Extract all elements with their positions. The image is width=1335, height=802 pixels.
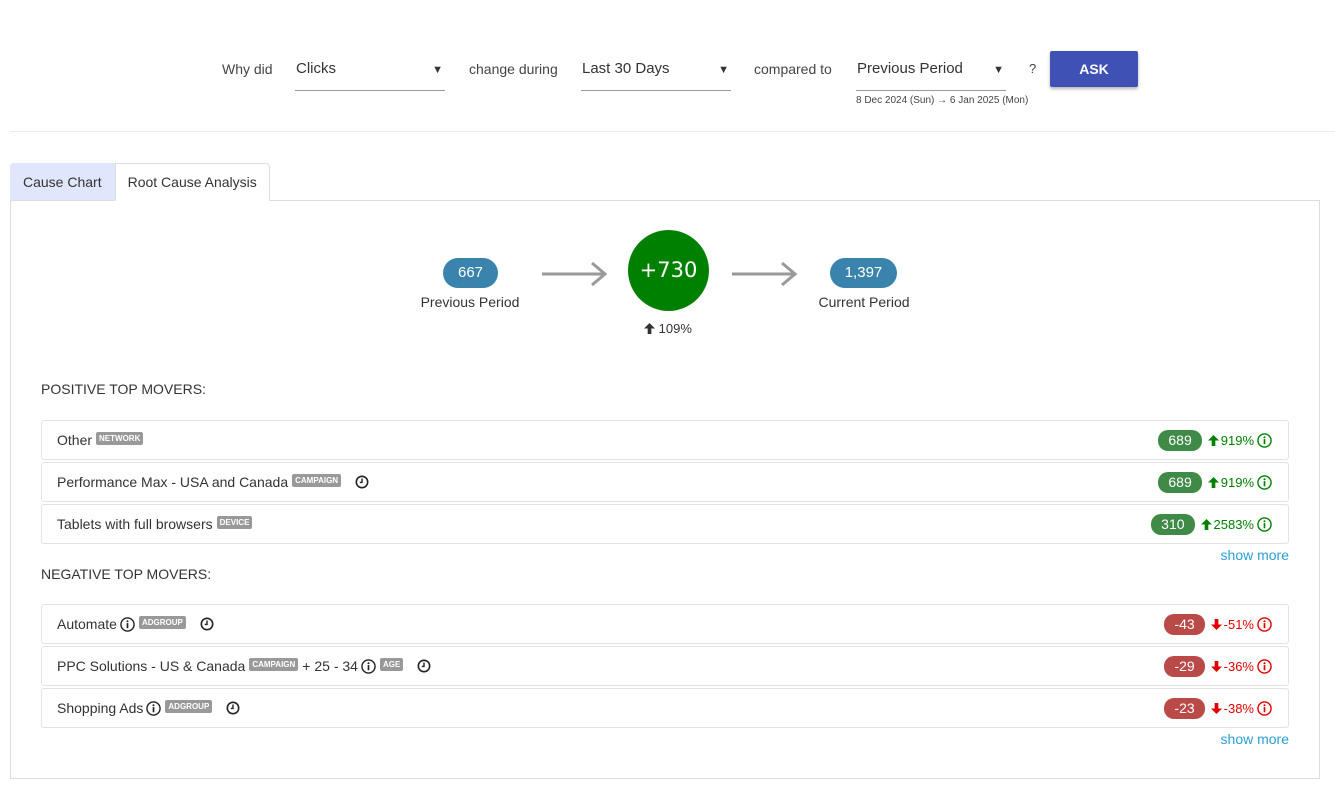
arrow-down-icon [1210, 618, 1222, 630]
ask-button[interactable]: ASK [1050, 51, 1138, 87]
query-bar: Why did Clicks ▼ change during Last 30 D… [0, 0, 1335, 131]
comparison-select[interactable]: Previous Period ▼ [856, 50, 1006, 91]
info-icon[interactable] [361, 658, 376, 674]
mover-percent: 919% [1220, 432, 1254, 448]
mover-value: 310 [1151, 513, 1195, 535]
tab-root-cause-analysis[interactable]: Root Cause Analysis [114, 163, 270, 201]
negative-mover-row[interactable]: Automate ADGROUP -43 -51% [41, 604, 1289, 644]
mover-name: PPC Solutions - US & Canada [57, 658, 246, 674]
mover-name: Tablets with full browsers [57, 516, 213, 532]
negative-movers-title: NEGATIVE TOP MOVERS: [41, 566, 212, 582]
mover-extra-dimension: + 25 - 34 [302, 658, 358, 674]
mover-name: Performance Max - USA and Canada [57, 474, 289, 490]
current-period-label: Current Period [818, 294, 910, 310]
dimension-tag: CAMPAIGN [249, 657, 299, 671]
metric-select[interactable]: Clicks ▼ [295, 50, 445, 91]
date-range: 8 Dec 2024 (Sun) → 6 Jan 2025 (Mon) [856, 95, 1029, 106]
clock-icon[interactable] [226, 701, 240, 715]
mover-percent: 2583% [1213, 516, 1254, 532]
arrow-down-icon [1210, 702, 1222, 714]
dimension-tag: ADGROUP [138, 615, 186, 629]
arrow-up-icon [1207, 476, 1219, 488]
metric-select-value: Clicks [296, 60, 336, 77]
tabs: Cause Chart Root Cause Analysis [10, 163, 270, 201]
arrow-right-icon [542, 261, 608, 287]
mover-percent: -36% [1223, 658, 1254, 674]
why-did-label: Why did [222, 61, 273, 77]
previous-value-pill: 667 [443, 258, 498, 288]
mover-percent: -38% [1223, 700, 1254, 716]
dimension-tag: ADGROUP [165, 699, 213, 713]
change-during-label: change during [469, 61, 558, 77]
chevron-down-icon: ▼ [993, 64, 1004, 76]
mover-percent: 919% [1220, 474, 1254, 490]
chevron-down-icon: ▼ [432, 64, 443, 76]
delta-circle: +730 [628, 230, 709, 311]
divider [10, 131, 1335, 132]
positive-mover-row[interactable]: Other NETWORK 689 919% [41, 420, 1289, 460]
tab-cause-chart[interactable]: Cause Chart [10, 163, 115, 201]
mover-value: -23 [1164, 697, 1205, 719]
info-icon[interactable] [1257, 658, 1274, 674]
delta-percent-value: 109% [658, 321, 692, 336]
negative-show-more-link[interactable]: show more [1221, 731, 1289, 747]
mover-name: Shopping Ads [57, 700, 144, 716]
info-icon[interactable] [1257, 700, 1274, 716]
delta-percent: 109% [644, 321, 692, 336]
help-icon[interactable]: ? [1029, 61, 1036, 76]
positive-mover-row[interactable]: Tablets with full browsers DEVICE 310 25… [41, 504, 1289, 544]
mover-value: -29 [1164, 655, 1205, 677]
mover-percent: -51% [1223, 616, 1254, 632]
dimension-tag: NETWORK [96, 431, 144, 445]
period-select[interactable]: Last 30 Days ▼ [581, 50, 731, 91]
info-icon[interactable] [1257, 474, 1274, 490]
clock-icon[interactable] [417, 659, 431, 673]
mover-name: Other [57, 432, 93, 448]
arrow-up-icon [644, 323, 655, 334]
clock-icon[interactable] [355, 475, 369, 489]
arrow-up-icon [1200, 518, 1212, 530]
dimension-tag: AGE [379, 657, 404, 671]
chevron-down-icon: ▼ [718, 64, 729, 76]
negative-mover-row[interactable]: Shopping Ads ADGROUP -23 -38% [41, 688, 1289, 728]
info-icon[interactable] [146, 700, 162, 716]
compared-to-label: compared to [754, 61, 832, 77]
comparison-select-value: Previous Period [857, 60, 963, 77]
current-value-pill: 1,397 [830, 258, 897, 288]
mover-value: -43 [1164, 613, 1205, 635]
info-icon[interactable] [1257, 432, 1274, 448]
arrow-up-icon [1207, 434, 1219, 446]
info-icon[interactable] [1257, 616, 1274, 632]
negative-mover-row[interactable]: PPC Solutions - US & Canada CAMPAIGN + 2… [41, 646, 1289, 686]
info-icon[interactable] [1257, 516, 1274, 532]
dimension-tag: DEVICE [216, 515, 253, 529]
positive-mover-row[interactable]: Performance Max - USA and Canada CAMPAIG… [41, 462, 1289, 502]
positive-movers-title: POSITIVE TOP MOVERS: [41, 381, 206, 397]
arrow-right-icon [732, 261, 798, 287]
arrow-down-icon [1210, 660, 1222, 672]
mover-value: 689 [1158, 429, 1202, 451]
info-icon[interactable] [120, 616, 135, 632]
period-select-value: Last 30 Days [582, 60, 670, 77]
mover-name: Automate [57, 616, 117, 632]
previous-period-label: Previous Period [420, 294, 520, 310]
mover-value: 689 [1158, 471, 1202, 493]
dimension-tag: CAMPAIGN [292, 473, 342, 487]
clock-icon[interactable] [200, 617, 214, 631]
positive-show-more-link[interactable]: show more [1221, 547, 1289, 563]
